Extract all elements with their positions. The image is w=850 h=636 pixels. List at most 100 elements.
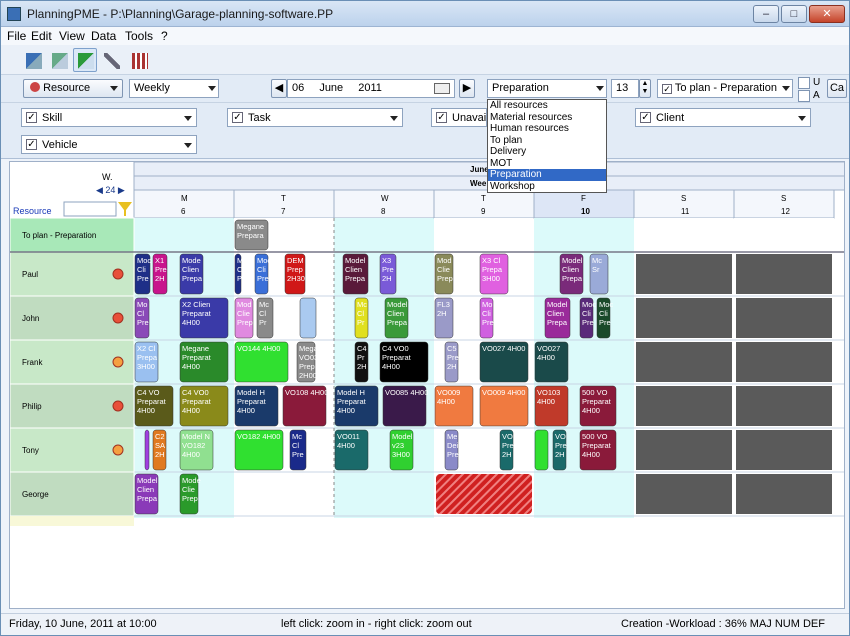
skill-label: Skill (42, 112, 63, 124)
client-checkbox[interactable]: ✓ (640, 112, 651, 123)
next-date-button[interactable]: ▶ (459, 79, 475, 98)
to-plan-select[interactable]: ✓ To plan - Preparation (657, 79, 793, 98)
dropdown-option[interactable]: All resources (488, 100, 606, 112)
menu-edit[interactable]: Edit (31, 29, 52, 43)
unavailability-filter[interactable]: ✓ Unavaila (431, 108, 495, 127)
task-label: Dei (447, 441, 459, 450)
date-field[interactable]: 06 June 2011 (287, 79, 455, 98)
unavailability-checkbox[interactable]: ✓ (436, 112, 447, 123)
absence-block[interactable] (436, 474, 532, 514)
u-label: U (813, 77, 821, 88)
client-filter[interactable]: ✓ Client (635, 108, 811, 127)
task-label: Megane (237, 222, 264, 231)
task-label: X2 Cl (137, 344, 156, 353)
resource-button[interactable]: Resource (23, 79, 123, 98)
task-label: Prepara (237, 231, 265, 240)
dropdown-option[interactable]: MOT (488, 158, 606, 170)
close-button[interactable]: ✕ (809, 5, 845, 23)
task-label: X3 Cl (482, 256, 501, 265)
task-label: VO03 (299, 353, 318, 362)
window-title: PlanningPME - P:\Planning\Garage-plannin… (27, 7, 334, 21)
task-label: 2H (555, 450, 565, 459)
vehicle-checkbox[interactable]: ✓ (26, 139, 37, 150)
minimize-button[interactable]: – (753, 5, 779, 23)
count-field[interactable]: 13 (611, 79, 639, 98)
resource-name: To plan - Preparation (22, 231, 96, 240)
unavailable-block (736, 474, 832, 514)
day-letter: F (581, 194, 586, 203)
task-label: Me (447, 432, 457, 441)
to-plan-checkbox[interactable]: ✓ (662, 84, 672, 94)
unavailable-block (736, 342, 832, 382)
task-label: Model N (182, 432, 210, 441)
task-label: Prepa (562, 274, 583, 283)
status-info: Creation -Workload : 36% MAJ NUM DEF (621, 618, 825, 630)
skill-checkbox[interactable]: ✓ (26, 112, 37, 123)
task-label: 2H (502, 450, 512, 459)
dropdown-option[interactable]: Material resources (488, 112, 606, 124)
task-label: FL3 (437, 300, 450, 309)
task-filter[interactable]: ✓ Task (227, 108, 403, 127)
task-label: Megane (182, 344, 209, 353)
task-checkbox[interactable]: ✓ (232, 112, 243, 123)
unavailable-block (736, 254, 832, 294)
task-label: Pre (292, 450, 304, 459)
task-label: Clien (547, 309, 564, 318)
task-label: Preparat (582, 441, 612, 450)
app-icon (7, 7, 21, 21)
calendar-icon (434, 83, 450, 94)
tool-task-button[interactable] (47, 48, 71, 72)
status-dot-icon (112, 400, 124, 412)
dropdown-option[interactable]: Delivery (488, 146, 606, 158)
day-number: 12 (781, 207, 790, 216)
menu-data[interactable]: Data (91, 29, 116, 43)
ca-button[interactable]: Ca (827, 79, 847, 98)
task-label: Mod (437, 256, 452, 265)
task-label: 4H00 (182, 450, 200, 459)
task-block[interactable] (534, 429, 549, 471)
count-stepper[interactable]: ▲ ▼ (639, 79, 651, 98)
chevron-down-icon (596, 86, 604, 91)
person-icon (26, 53, 42, 69)
skill-filter[interactable]: ✓ Skill (21, 108, 197, 127)
task-label: VO011 (337, 432, 360, 441)
maximize-button[interactable]: □ (781, 5, 807, 23)
task-block[interactable] (299, 297, 317, 339)
menu-tools[interactable]: Tools (125, 29, 153, 43)
menu-file[interactable]: File (7, 29, 26, 43)
menu-help[interactable]: ? (161, 29, 168, 43)
day-number: 6 (181, 207, 186, 216)
menu-view[interactable]: View (59, 29, 85, 43)
status-hint: left click: zoom in - right click: zoom … (281, 618, 472, 630)
chevron-down-icon (390, 116, 398, 121)
dropdown-option[interactable]: Human resources (488, 123, 606, 135)
tool-link-button[interactable] (99, 48, 123, 72)
task-label: Prepa (345, 274, 366, 283)
dropdown-option[interactable]: To plan (488, 135, 606, 147)
resource-filter-select[interactable]: Preparation (487, 79, 607, 98)
task-label: Prep (237, 318, 253, 327)
tool-grid-button[interactable] (127, 48, 151, 72)
view-mode-select[interactable]: Weekly (129, 79, 219, 98)
u-checkbox[interactable] (798, 77, 810, 89)
date-month: June (319, 82, 344, 94)
tool-resource-button[interactable] (21, 48, 45, 72)
task-label: 4H00 (537, 397, 555, 406)
prev-date-button[interactable]: ◀ (271, 79, 287, 98)
dropdown-option[interactable]: Preparation (488, 169, 606, 181)
dropdown-option[interactable]: Workshop (488, 181, 606, 193)
resource-search-input[interactable] (63, 201, 117, 217)
unavailable-block (636, 254, 732, 294)
task-label: 4H00 (237, 406, 255, 415)
task-label: Model (345, 256, 366, 265)
day-letter: M (181, 194, 188, 203)
a-checkbox[interactable] (798, 90, 810, 102)
task-label: Mc (292, 432, 302, 441)
task-icon (52, 53, 68, 69)
task-label: 2H (447, 362, 457, 371)
vehicle-filter[interactable]: ✓ Vehicle (21, 135, 197, 154)
task-label: Task (248, 112, 271, 124)
task-block[interactable] (144, 429, 150, 471)
tool-add-button[interactable] (73, 48, 97, 72)
day-letter: T (481, 194, 486, 203)
